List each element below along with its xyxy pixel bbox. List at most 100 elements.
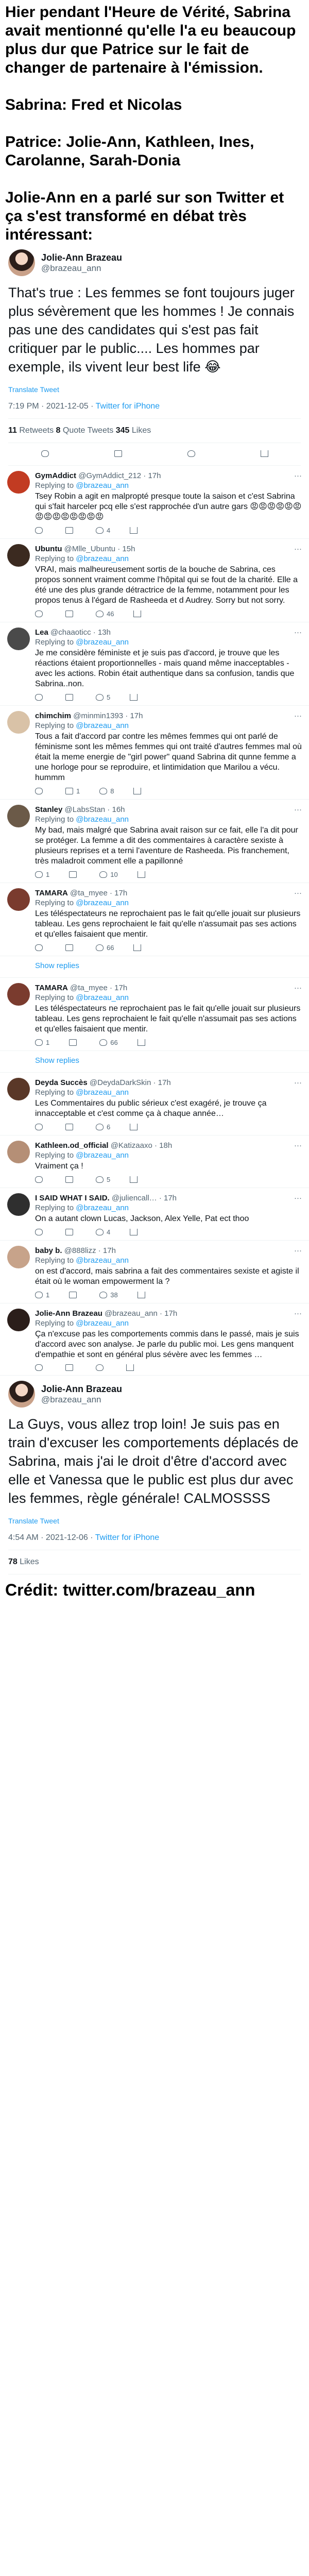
author-handle[interactable]: @brazeau_ann — [41, 263, 122, 274]
replying-handle[interactable]: @brazeau_ann — [76, 1151, 129, 1160]
reply-author-name[interactable]: chimchim — [35, 711, 71, 720]
replying-handle[interactable]: @brazeau_ann — [76, 554, 129, 563]
reply-author-name[interactable]: TAMARA — [35, 889, 68, 897]
reply-tweet[interactable]: GymAddict @GymAddict_212 · 17h ··· Replyin… — [0, 466, 309, 539]
retweet-icon[interactable] — [65, 610, 76, 618]
like-icon[interactable]: 46 — [96, 610, 114, 618]
retweet-icon[interactable] — [65, 944, 76, 952]
retweet-icon[interactable] — [65, 1228, 76, 1236]
reply-meta[interactable]: @brazeau_ann · 17h — [105, 1309, 177, 1318]
avatar[interactable] — [7, 983, 30, 1006]
show-replies-link[interactable]: Show replies — [0, 956, 309, 978]
retweet-icon[interactable] — [69, 1291, 80, 1299]
reply-icon[interactable] — [35, 1364, 46, 1371]
reply-tweet[interactable]: I SAID WHAT I SAID. @juliencall… · 17h ··… — [0, 1188, 309, 1241]
like-icon[interactable] — [187, 448, 195, 460]
reply-tweet[interactable]: TAMARA @ta_myee · 17h ··· Replying to @bra… — [0, 978, 309, 1051]
more-icon[interactable]: ··· — [294, 1193, 302, 1203]
reply-meta[interactable]: @chaaoticc · 13h — [50, 628, 111, 637]
avatar[interactable] — [7, 711, 30, 734]
more-icon[interactable]: ··· — [294, 983, 302, 993]
share-icon[interactable] — [126, 1364, 134, 1371]
show-replies-link[interactable]: Show replies — [0, 1051, 309, 1073]
like-icon[interactable]: 4 — [96, 1228, 110, 1236]
replying-handle[interactable]: @brazeau_ann — [76, 993, 129, 1002]
reply-meta[interactable]: @ta_myee · 17h — [70, 984, 127, 992]
replying-handle[interactable]: @brazeau_ann — [76, 638, 129, 647]
translate-link[interactable]: Translate Tweet — [8, 385, 301, 394]
reply-meta[interactable]: @LabsStan · 16h — [65, 805, 125, 814]
reply-icon[interactable] — [35, 1123, 46, 1131]
reply-author-name[interactable]: Stanley — [35, 805, 62, 814]
retweet-icon[interactable]: 1 — [65, 787, 80, 795]
like-label[interactable]: Likes — [129, 426, 151, 435]
author-name[interactable]: Jolie-Ann Brazeau — [41, 1384, 122, 1395]
more-icon[interactable]: ··· — [294, 888, 302, 898]
more-icon[interactable]: ··· — [294, 1309, 302, 1318]
reply-meta[interactable]: @DeydaDarkSkin · 17h — [90, 1078, 171, 1087]
reply-meta[interactable]: @ta_myee · 17h — [70, 889, 127, 897]
like-count[interactable]: 78 — [8, 1557, 18, 1566]
author-handle[interactable]: @brazeau_ann — [41, 1395, 122, 1405]
like-icon[interactable]: 38 — [99, 1291, 118, 1299]
share-icon[interactable] — [130, 527, 138, 534]
reply-icon[interactable]: 1 — [35, 1291, 49, 1299]
reply-tweet[interactable]: TAMARA @ta_myee · 17h ··· Replying to @bra… — [0, 883, 309, 956]
reply-tweet[interactable]: Lea @chaaoticc · 13h ··· Replying to @braz… — [0, 622, 309, 706]
share-icon[interactable] — [137, 1039, 145, 1046]
reply-meta[interactable]: @juliencall… · 17h — [112, 1194, 177, 1202]
like-icon[interactable]: 4 — [96, 527, 110, 534]
more-icon[interactable]: ··· — [294, 711, 302, 721]
share-icon[interactable] — [133, 610, 142, 618]
tweet-time[interactable]: 7:19 PM · 2021-12-05 · — [8, 402, 96, 411]
replying-handle[interactable]: @brazeau_ann — [76, 1204, 129, 1212]
tweet-author[interactable]: Jolie-Ann Brazeau @brazeau_ann — [8, 1378, 301, 1411]
retweet-icon[interactable] — [69, 871, 80, 878]
reply-author-name[interactable]: Lea — [35, 628, 48, 637]
like-label[interactable]: Likes — [18, 1557, 39, 1566]
avatar[interactable] — [7, 888, 30, 911]
reply-meta[interactable]: @minmin1393 · 17h — [73, 711, 143, 720]
replying-handle[interactable]: @brazeau_ann — [76, 1256, 129, 1265]
reply-icon[interactable] — [35, 693, 46, 701]
reply-author-name[interactable]: I SAID WHAT I SAID. — [35, 1194, 110, 1202]
reply-tweet[interactable]: Deyda Succès @DeydaDarkSkin · 17h ··· Repl… — [0, 1073, 309, 1136]
share-icon[interactable] — [130, 693, 138, 701]
like-icon[interactable]: 10 — [99, 871, 118, 878]
retweet-label[interactable]: Retweets — [17, 426, 56, 435]
share-icon[interactable] — [260, 448, 268, 460]
more-icon[interactable]: ··· — [294, 471, 302, 481]
reply-author-name[interactable]: Ubuntu — [35, 545, 62, 553]
reply-icon[interactable] — [35, 527, 46, 534]
replying-handle[interactable]: @brazeau_ann — [76, 481, 129, 490]
like-icon[interactable]: 6 — [96, 1123, 110, 1131]
reply-icon[interactable]: 1 — [35, 1039, 49, 1046]
retweet-count[interactable]: 11 — [8, 426, 17, 435]
replying-handle[interactable]: @brazeau_ann — [76, 1319, 129, 1328]
share-icon[interactable] — [137, 871, 145, 878]
reply-meta[interactable]: @Katizaaxo · 18h — [111, 1141, 172, 1150]
reply-author-name[interactable]: Kathleen.od_official — [35, 1141, 109, 1150]
reply-icon[interactable] — [35, 610, 46, 618]
like-icon[interactable]: 5 — [96, 693, 110, 701]
more-icon[interactable]: ··· — [294, 1078, 302, 1088]
share-icon[interactable] — [130, 1123, 138, 1131]
share-icon[interactable] — [130, 1228, 138, 1236]
avatar[interactable] — [7, 544, 30, 567]
share-icon[interactable] — [130, 1176, 138, 1183]
share-icon[interactable] — [133, 944, 142, 952]
retweet-icon[interactable] — [114, 448, 122, 460]
avatar[interactable] — [8, 249, 35, 276]
reply-icon[interactable] — [35, 944, 46, 952]
replying-handle[interactable]: @brazeau_ann — [76, 1088, 129, 1097]
reply-icon[interactable] — [41, 448, 49, 460]
tweet-author[interactable]: Jolie-Ann Brazeau @brazeau_ann — [8, 246, 301, 279]
retweet-icon[interactable] — [65, 527, 76, 534]
share-icon[interactable] — [137, 1291, 145, 1299]
reply-tweet[interactable]: Jolie-Ann Brazeau @brazeau_ann · 17h ··· R… — [0, 1303, 309, 1376]
reply-author-name[interactable]: Jolie-Ann Brazeau — [35, 1309, 102, 1318]
reply-icon[interactable]: 1 — [35, 871, 49, 878]
like-icon[interactable] — [96, 1364, 107, 1371]
avatar[interactable] — [7, 1141, 30, 1163]
reply-icon[interactable] — [35, 787, 46, 795]
